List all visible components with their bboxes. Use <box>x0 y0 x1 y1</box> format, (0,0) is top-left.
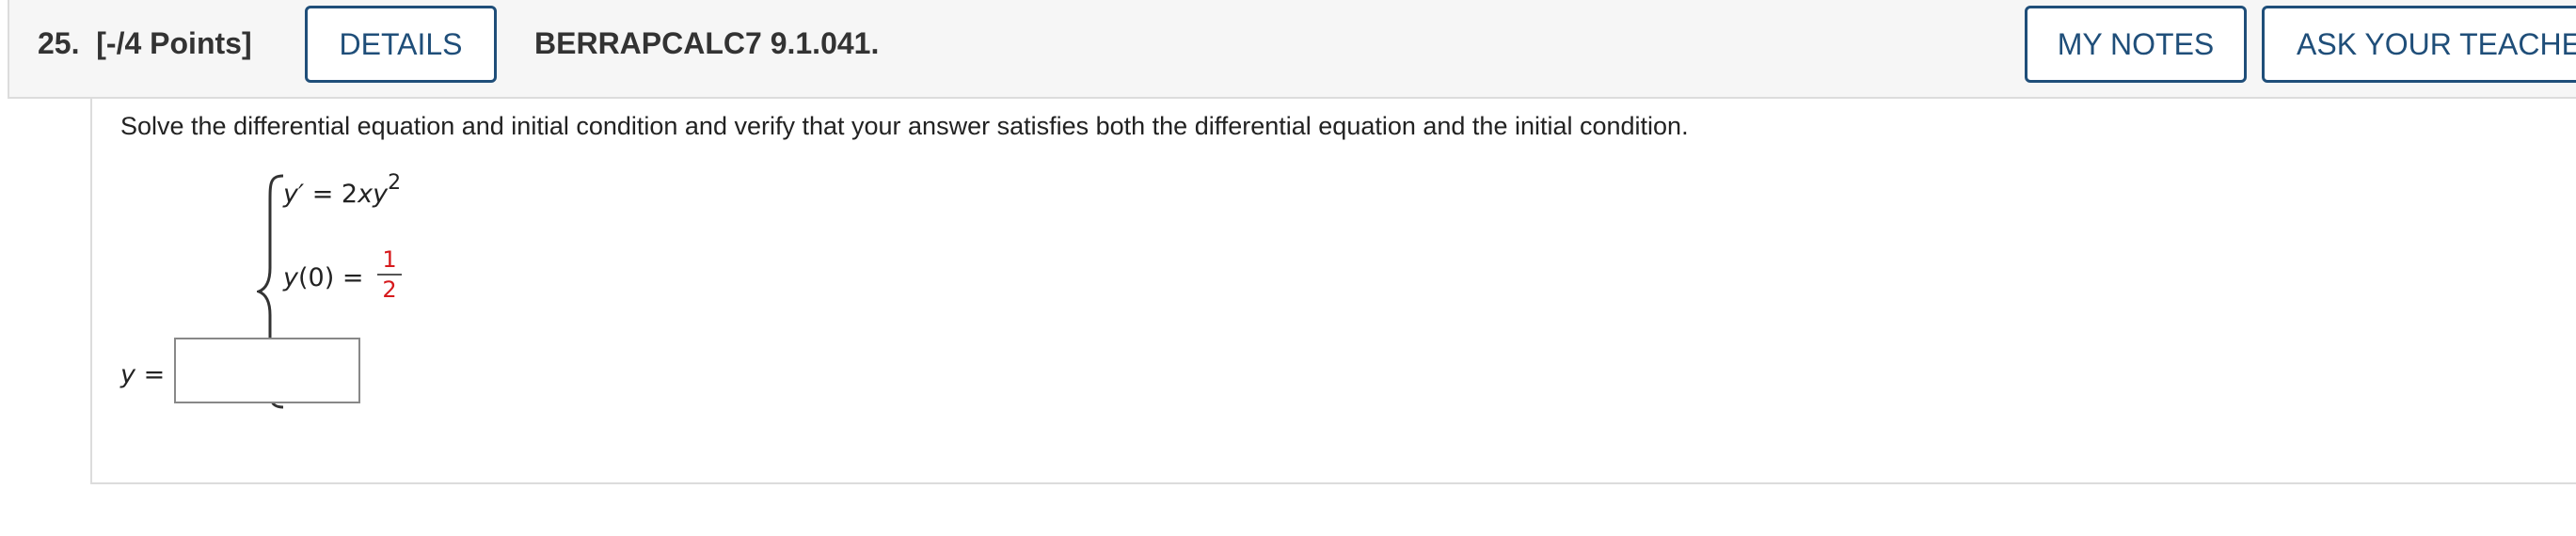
initial-value-fraction: 1 2 <box>377 246 402 303</box>
fraction-bar <box>377 274 402 276</box>
answer-label: y = <box>120 360 166 389</box>
answer-input[interactable] <box>174 338 360 403</box>
initial-condition: y(0) = <box>283 263 364 292</box>
ask-your-teacher-button[interactable]: ASK YOUR TEACHER <box>2262 6 2576 83</box>
points-label: [-/4 Points] <box>96 26 252 60</box>
fraction-numerator: 1 <box>382 246 397 273</box>
instructions-text: Solve the differential equation and init… <box>120 112 1689 140</box>
question-body: Solve the differential equation and init… <box>90 99 2576 484</box>
question-header: 25. [-/4 Points] DETAILS BERRAPCALC7 9.1… <box>8 0 2576 99</box>
my-notes-button[interactable]: MY NOTES <box>2025 6 2247 83</box>
problem-source: BERRAPCALC7 9.1.041. <box>534 26 880 60</box>
differential-equation: y′ = 2xy2 <box>283 171 402 209</box>
fraction-denominator: 2 <box>382 276 397 303</box>
details-button[interactable]: DETAILS <box>305 6 497 83</box>
question-number: 25. [-/4 Points] <box>38 26 252 60</box>
